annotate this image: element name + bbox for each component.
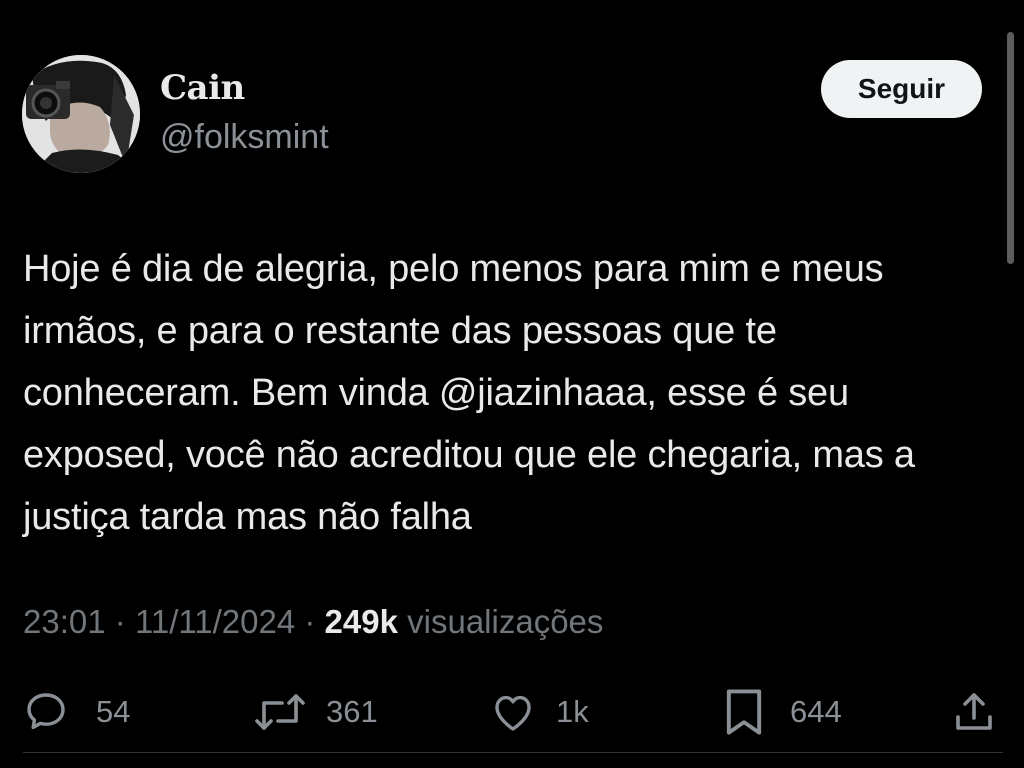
meta-separator: · xyxy=(304,603,316,640)
tweet-date[interactable]: 11/11/2024 xyxy=(135,603,295,640)
follow-button[interactable]: Seguir xyxy=(821,60,982,118)
heart-icon xyxy=(495,695,531,731)
retweet-count: 361 xyxy=(326,694,378,729)
author-name[interactable]: Cain xyxy=(160,68,245,108)
divider xyxy=(23,752,1003,753)
tweet-text: Hoje é dia de alegria, pelo menos para m… xyxy=(23,248,915,538)
tweet-meta: 23:01 · 11/11/2024 · 249k visualizações xyxy=(23,603,603,641)
bookmark-count: 644 xyxy=(790,694,842,729)
like-count: 1k xyxy=(556,694,589,729)
author-handle[interactable]: @folksmint xyxy=(160,118,329,157)
scrollbar[interactable] xyxy=(1007,32,1014,264)
reply-icon xyxy=(27,693,65,730)
retweet-button[interactable]: 361 xyxy=(252,680,378,744)
views-label: visualizações xyxy=(407,603,604,640)
views-count: 249k xyxy=(324,603,398,640)
action-bar: 54 361 1k 644 xyxy=(0,680,1024,744)
share-button[interactable] xyxy=(950,680,998,744)
bookmark-button[interactable]: 644 xyxy=(722,680,842,744)
avatar-image xyxy=(22,55,140,173)
bookmark-icon xyxy=(726,689,762,735)
tweet-screen: Cain @folksmint Seguir Hoje é dia de ale… xyxy=(0,0,1024,768)
meta-separator: · xyxy=(114,603,126,640)
share-icon xyxy=(956,693,992,730)
retweet-icon xyxy=(255,694,305,730)
reply-count: 54 xyxy=(96,694,131,729)
avatar[interactable] xyxy=(22,55,140,173)
reply-button[interactable]: 54 xyxy=(22,680,130,744)
like-button[interactable]: 1k xyxy=(488,680,589,744)
tweet-time[interactable]: 23:01 xyxy=(23,603,106,640)
